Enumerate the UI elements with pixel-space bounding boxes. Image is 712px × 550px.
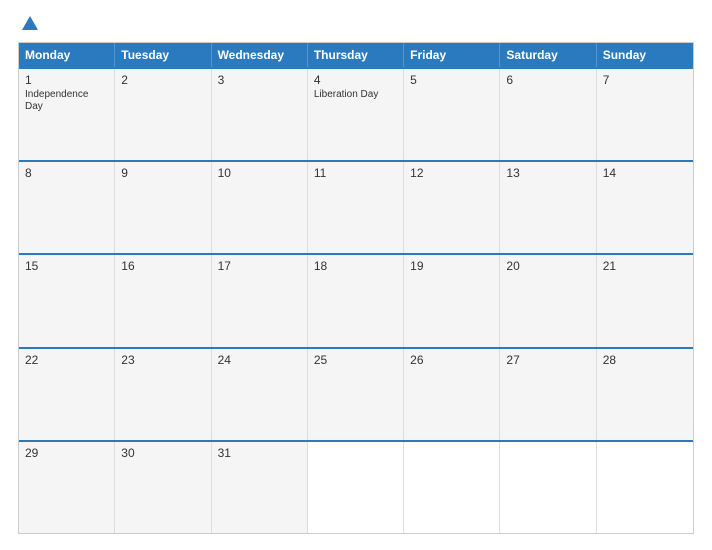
calendar-header-cell: Sunday <box>597 43 693 67</box>
calendar-week-row: 89 10 11 12 13 14 <box>19 160 693 253</box>
cell-date: 23 <box>121 353 204 367</box>
calendar-cell: 11 <box>308 162 404 253</box>
cell-date: 22 <box>25 353 108 367</box>
logo <box>18 16 38 32</box>
calendar-header-cell: Monday <box>19 43 115 67</box>
calendar-cell <box>404 442 500 533</box>
calendar-grid: MondayTuesdayWednesdayThursdayFridaySatu… <box>18 42 694 534</box>
cell-date: 30 <box>121 446 204 460</box>
cell-date: 6 <box>506 73 589 87</box>
calendar-cell: 9 <box>115 162 211 253</box>
cell-date: 28 <box>603 353 687 367</box>
calendar-cell: 5 <box>404 69 500 160</box>
cell-date: 4 <box>314 73 397 87</box>
cell-date: 29 <box>25 446 108 460</box>
calendar-cell: 24 <box>212 349 308 440</box>
cell-date: 13 <box>506 166 589 180</box>
calendar-header-cell: Thursday <box>308 43 404 67</box>
calendar-cell: 26 <box>404 349 500 440</box>
calendar-week-row: 29 30 31 <box>19 440 693 533</box>
cell-date: 12 <box>410 166 493 180</box>
calendar-cell: 10 <box>212 162 308 253</box>
calendar-cell: 17 <box>212 255 308 346</box>
calendar-header-cell: Tuesday <box>115 43 211 67</box>
calendar-header-row: MondayTuesdayWednesdayThursdayFridaySatu… <box>19 43 693 67</box>
cell-date: 31 <box>218 446 301 460</box>
cell-date: 11 <box>314 166 397 180</box>
cell-date: 9 <box>121 166 204 180</box>
cell-date: 3 <box>218 73 301 87</box>
calendar-cell: 18 <box>308 255 404 346</box>
calendar-cell: 13 <box>500 162 596 253</box>
calendar-cell: 14 <box>597 162 693 253</box>
calendar-cell: 6 <box>500 69 596 160</box>
cell-date: 27 <box>506 353 589 367</box>
calendar-cell: 2 <box>115 69 211 160</box>
calendar-cell: 4 Liberation Day <box>308 69 404 160</box>
calendar-cell: 31 <box>212 442 308 533</box>
calendar-week-row: 15 16 17 18 19 20 21 <box>19 253 693 346</box>
calendar-cell: 15 <box>19 255 115 346</box>
calendar-cell: 29 <box>19 442 115 533</box>
cell-date: 5 <box>410 73 493 87</box>
header <box>18 16 694 32</box>
calendar-cell: 7 <box>597 69 693 160</box>
calendar-cell <box>308 442 404 533</box>
calendar-header-cell: Wednesday <box>212 43 308 67</box>
cell-date: 1 <box>25 73 108 87</box>
calendar-cell: 3 <box>212 69 308 160</box>
calendar-cell: 23 <box>115 349 211 440</box>
cell-event: Independence Day <box>25 89 108 113</box>
calendar-cell: 1 Independence Day <box>19 69 115 160</box>
calendar-cell <box>500 442 596 533</box>
cell-date: 18 <box>314 259 397 273</box>
cell-date: 25 <box>314 353 397 367</box>
cell-date: 10 <box>218 166 301 180</box>
calendar-page: MondayTuesdayWednesdayThursdayFridaySatu… <box>0 0 712 550</box>
calendar-cell: 20 <box>500 255 596 346</box>
calendar-cell: 25 <box>308 349 404 440</box>
calendar-cell: 22 <box>19 349 115 440</box>
calendar-cell: 28 <box>597 349 693 440</box>
cell-date: 19 <box>410 259 493 273</box>
calendar-cell: 21 <box>597 255 693 346</box>
cell-date: 24 <box>218 353 301 367</box>
cell-date: 21 <box>603 259 687 273</box>
calendar-header-cell: Friday <box>404 43 500 67</box>
cell-date: 8 <box>25 166 108 180</box>
calendar-cell: 12 <box>404 162 500 253</box>
calendar-cell: 30 <box>115 442 211 533</box>
calendar-header-cell: Saturday <box>500 43 596 67</box>
calendar-cell: 8 <box>19 162 115 253</box>
calendar-week-row: 22 23 24 25 26 27 28 <box>19 347 693 440</box>
calendar-cell: 16 <box>115 255 211 346</box>
calendar-cell <box>597 442 693 533</box>
calendar-cell: 27 <box>500 349 596 440</box>
cell-date: 15 <box>25 259 108 273</box>
calendar-cell: 19 <box>404 255 500 346</box>
cell-event: Liberation Day <box>314 89 397 101</box>
cell-date: 7 <box>603 73 687 87</box>
cell-date: 14 <box>603 166 687 180</box>
cell-date: 16 <box>121 259 204 273</box>
logo-triangle-icon <box>22 16 38 30</box>
cell-date: 17 <box>218 259 301 273</box>
cell-date: 2 <box>121 73 204 87</box>
calendar-body: 1Independence Day234Liberation Day567891… <box>19 67 693 533</box>
calendar-week-row: 1 Independence Day 234 Liberation Day 567 <box>19 67 693 160</box>
cell-date: 20 <box>506 259 589 273</box>
cell-date: 26 <box>410 353 493 367</box>
